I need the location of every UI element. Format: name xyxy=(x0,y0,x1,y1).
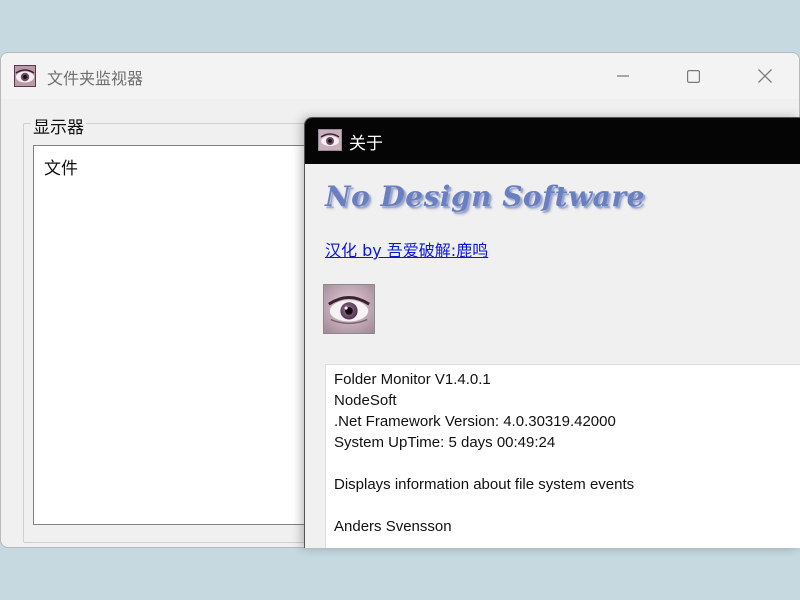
minimize-icon xyxy=(617,75,629,77)
about-titlebar[interactable]: 关于 xyxy=(305,118,800,164)
maximize-button[interactable] xyxy=(673,61,713,91)
info-textbox[interactable]: Folder Monitor V1.4.0.1 NodeSoft .Net Fr… xyxy=(325,364,800,548)
eye-icon xyxy=(318,129,342,151)
info-line-description: Displays information about file system e… xyxy=(334,476,635,493)
eye-icon xyxy=(323,284,375,334)
file-list[interactable]: 文件 xyxy=(33,145,323,525)
info-line-blank xyxy=(334,453,792,474)
window-title: 文件夹监视器 xyxy=(47,69,144,88)
info-line-framework: .Net Framework Version: 4.0.30319.42000 xyxy=(334,413,616,430)
credit-link[interactable]: 汉化 by 吾爱破解:鹿鸣 xyxy=(325,237,488,261)
main-titlebar[interactable]: 文件夹监视器 xyxy=(1,53,799,99)
close-icon xyxy=(758,69,772,83)
list-header-file: 文件 xyxy=(44,159,78,179)
groupbox-label: 显示器 xyxy=(31,113,86,138)
info-line-blank xyxy=(334,495,792,516)
about-title: 关于 xyxy=(349,134,383,154)
eye-icon xyxy=(14,65,36,87)
brand-logo-text: No Design Software xyxy=(325,180,645,213)
minimize-button[interactable] xyxy=(603,61,643,91)
info-line-version: Folder Monitor V1.4.0.1 xyxy=(334,371,491,388)
close-button[interactable] xyxy=(745,61,785,91)
info-line-uptime: System UpTime: 5 days 00:49:24 xyxy=(334,434,556,451)
about-dialog: 关于 No Design Software 汉化 by 吾爱破解:鹿鸣 Fold… xyxy=(304,117,800,548)
info-line-company: NodeSoft xyxy=(334,392,397,409)
info-line-author: Anders Svensson xyxy=(334,518,452,535)
maximize-icon xyxy=(686,69,700,83)
